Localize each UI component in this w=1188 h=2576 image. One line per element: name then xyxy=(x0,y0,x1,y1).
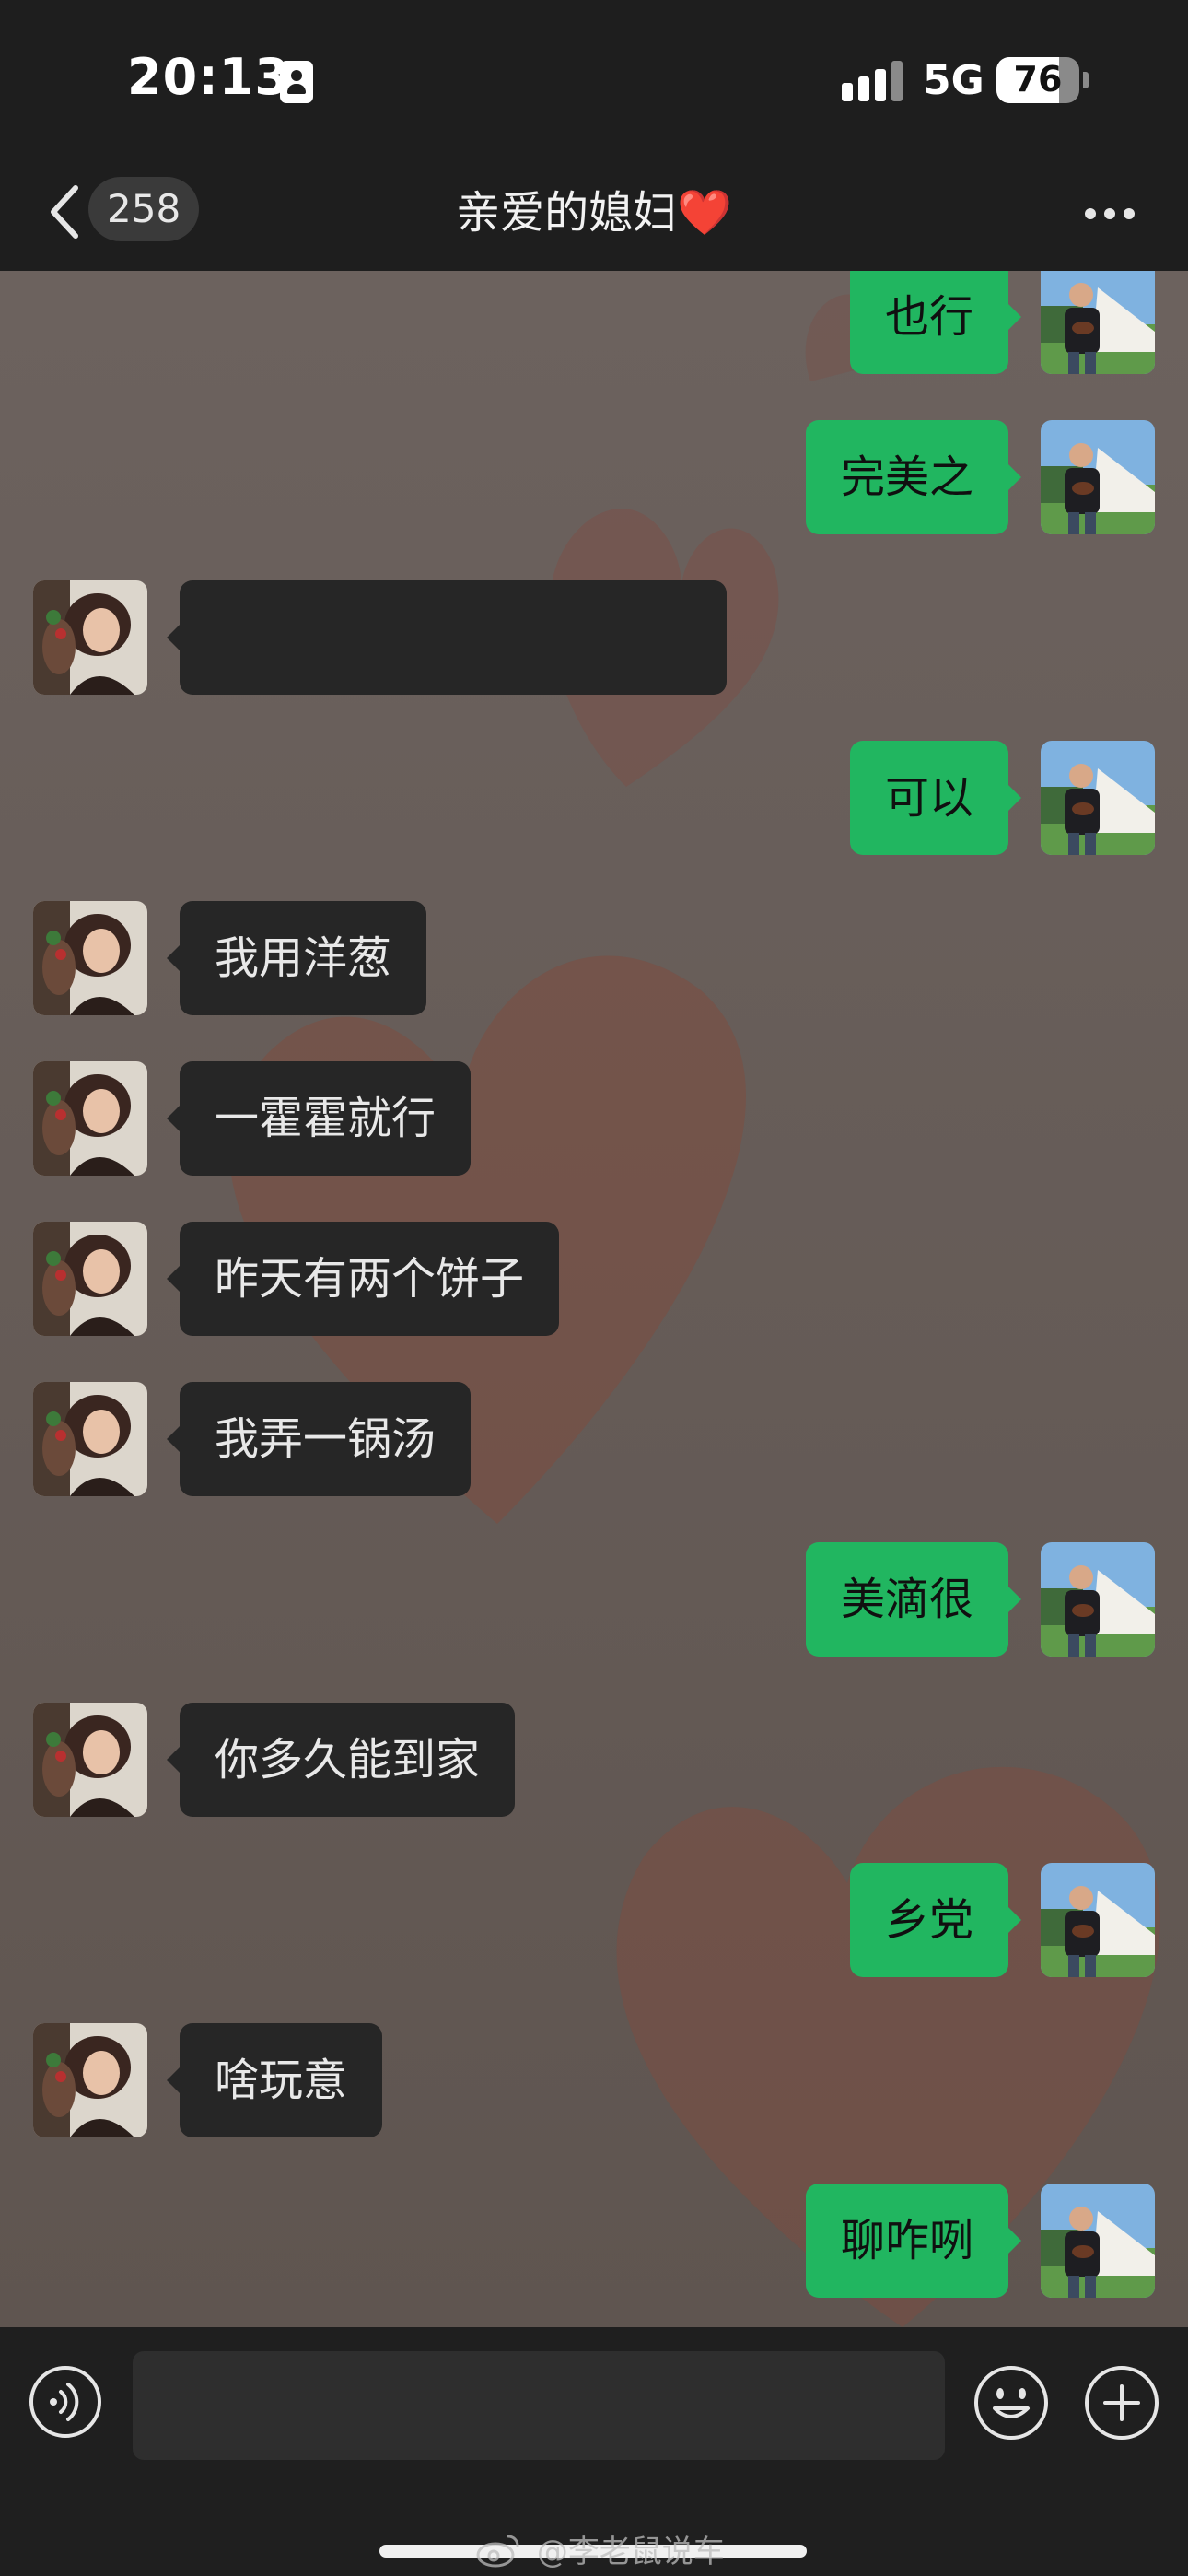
my-avatar[interactable] xyxy=(1041,420,1155,534)
contact-avatar[interactable] xyxy=(33,580,147,695)
message-bubble[interactable]: 我用洋葱 xyxy=(166,901,427,1015)
message-input[interactable] xyxy=(133,2351,945,2460)
received-message: 你多久能到家 xyxy=(0,1703,1188,1817)
sent-message: 完美之 xyxy=(0,420,1188,534)
chat-title: 亲爱的媳妇❤️ xyxy=(456,187,732,239)
message-bubble[interactable]: 我弄一锅汤 xyxy=(166,1382,472,1496)
received-message: 昨天有两个饼子 xyxy=(0,1222,1188,1336)
message-bubble[interactable]: 聊咋咧 xyxy=(805,2184,1022,2298)
status-bar: 20:13 5G 76 xyxy=(0,0,1188,162)
my-avatar[interactable] xyxy=(1041,271,1155,374)
received-message xyxy=(0,580,1188,695)
received-message: 一霍霍就行 xyxy=(0,1061,1188,1176)
status-time: 20:13 xyxy=(127,48,290,106)
message-bubble[interactable]: 昨天有两个饼子 xyxy=(166,1222,560,1336)
sent-message: 可以 xyxy=(0,741,1188,855)
my-avatar[interactable] xyxy=(1041,1863,1155,1977)
contact-avatar[interactable] xyxy=(33,901,147,1015)
message-bubble[interactable]: 完美之 xyxy=(805,420,1022,534)
my-avatar[interactable] xyxy=(1041,1542,1155,1657)
voice-icon[interactable] xyxy=(28,2364,103,2440)
message-bubble[interactable]: 也行 xyxy=(849,271,1022,374)
sent-message: 美滴很 xyxy=(0,1542,1188,1657)
cellular-signal-icon xyxy=(842,61,903,101)
sent-message: 聊咋咧 xyxy=(0,2184,1188,2298)
received-message: 啥玩意 xyxy=(0,2023,1188,2137)
message-bubble[interactable]: 美滴很 xyxy=(805,1542,1022,1657)
sent-message: 乡党 xyxy=(0,1863,1188,1977)
battery-percent: 76 xyxy=(1013,59,1063,100)
plus-icon[interactable] xyxy=(1083,2364,1160,2441)
message-bubble[interactable]: 啥玩意 xyxy=(166,2023,383,2137)
sent-message: 也行 xyxy=(0,271,1188,374)
contact-avatar[interactable] xyxy=(33,1382,147,1496)
my-avatar[interactable] xyxy=(1041,2184,1155,2298)
message-list[interactable]: 也行完美之可以我用洋葱一霍霍就行昨天有两个饼子 我弄一锅汤美滴很你多久能到家乡党啥… xyxy=(0,271,1188,2327)
contact-avatar[interactable] xyxy=(33,1061,147,1176)
message-bubble[interactable] xyxy=(167,580,727,695)
contact-avatar[interactable] xyxy=(33,1703,147,1817)
received-message: 我弄一锅汤 xyxy=(0,1382,1188,1496)
message-bubble[interactable]: 你多久能到家 xyxy=(166,1703,516,1817)
battery-cap xyxy=(1083,72,1089,88)
chat-header: 258 亲爱的媳妇❤️ xyxy=(0,162,1188,271)
emoji-icon[interactable] xyxy=(973,2364,1050,2441)
more-dots-icon[interactable] xyxy=(1077,190,1142,236)
contact-avatar[interactable] xyxy=(33,2023,147,2137)
person-badge-icon xyxy=(280,61,313,103)
watermark: @李老鼠说车 xyxy=(475,2526,725,2576)
message-bubble[interactable]: 乡党 xyxy=(849,1863,1022,1977)
watermark-text: @李老鼠说车 xyxy=(536,2534,725,2570)
message-bubble[interactable]: 一霍霍就行 xyxy=(166,1061,472,1176)
weibo-logo-icon xyxy=(476,2535,519,2567)
received-message: 我用洋葱 xyxy=(0,901,1188,1015)
message-bubble[interactable]: 可以 xyxy=(849,741,1022,855)
my-avatar[interactable] xyxy=(1041,741,1155,855)
battery-icon: 76 xyxy=(996,57,1079,103)
contact-avatar[interactable] xyxy=(33,1222,147,1336)
network-type: 5G xyxy=(923,57,984,104)
